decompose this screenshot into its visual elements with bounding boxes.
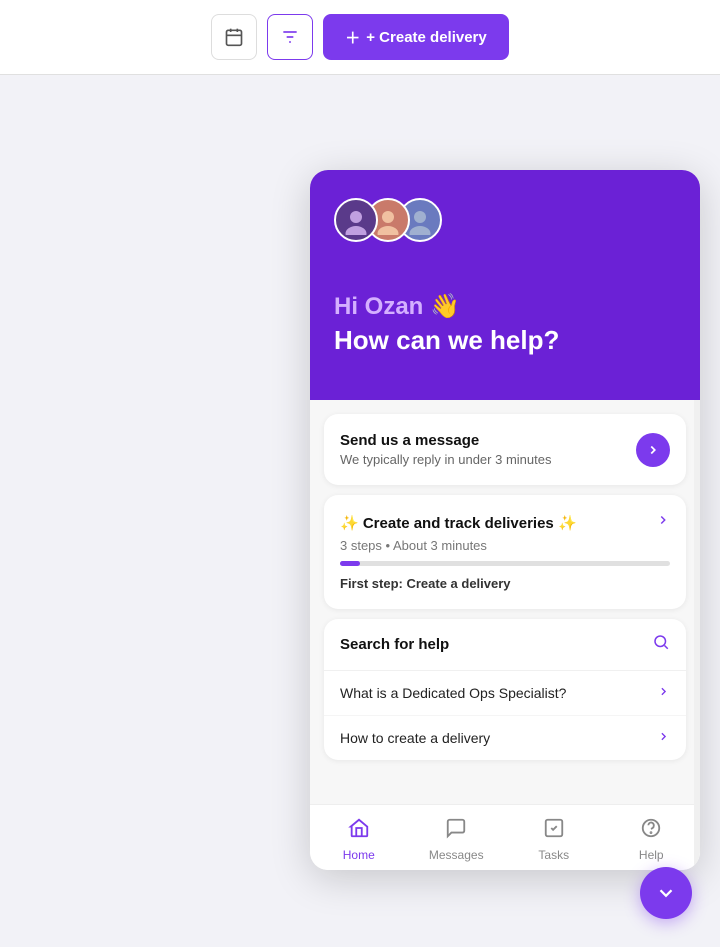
nav-home-label: Home: [343, 848, 375, 862]
search-header[interactable]: Search for help: [324, 619, 686, 671]
widget-body: Send us a message We typically reply in …: [310, 400, 700, 804]
avatar-1: [334, 198, 378, 242]
tutorial-steps-info: 3 steps • About 3 minutes: [340, 538, 670, 553]
chat-widget: Hi Ozan 👋 How can we help? Send us a mes…: [310, 170, 700, 870]
fab-collapse-button[interactable]: [640, 867, 692, 919]
create-delivery-label: + Create delivery: [366, 29, 487, 46]
support-avatars: [334, 198, 676, 242]
search-item-2-chevron: [657, 730, 670, 746]
widget-footer: Home Messages Tasks: [310, 804, 700, 870]
search-label: Search for help: [340, 636, 449, 653]
send-message-content: Send us a message We typically reply in …: [340, 432, 551, 467]
search-item-1-text: What is a Dedicated Ops Specialist?: [340, 685, 566, 701]
progress-bar-track: [340, 561, 670, 566]
filter-button[interactable]: [267, 14, 313, 60]
nav-tasks[interactable]: Tasks: [505, 813, 603, 866]
progress-bar-fill: [340, 561, 360, 566]
nav-home[interactable]: Home: [310, 813, 408, 866]
messages-icon: [445, 817, 467, 845]
main-background: Hi Ozan 👋 How can we help? Send us a mes…: [0, 75, 720, 947]
search-item-2-text: How to create a delivery: [340, 730, 490, 746]
send-message-title: Send us a message: [340, 432, 551, 449]
tutorial-header: ✨ Create and track deliveries ✨: [340, 513, 670, 532]
widget-header: Hi Ozan 👋 How can we help?: [310, 170, 700, 400]
first-step: First step: Create a delivery: [340, 576, 670, 591]
create-delivery-button[interactable]: ＋ + Create delivery: [323, 14, 509, 60]
home-icon: [348, 817, 370, 845]
nav-help-label: Help: [639, 848, 664, 862]
nav-messages-label: Messages: [429, 848, 484, 862]
send-message-subtitle: We typically reply in under 3 minutes: [340, 452, 551, 467]
calendar-button[interactable]: [211, 14, 257, 60]
send-message-card[interactable]: Send us a message We typically reply in …: [324, 414, 686, 485]
help-icon: [640, 817, 662, 845]
first-step-value: Create a delivery: [406, 576, 510, 591]
greeting-hi: Hi Ozan 👋: [334, 292, 676, 321]
nav-tasks-label: Tasks: [538, 848, 569, 862]
search-card: Search for help What is a Dedicated Ops …: [324, 619, 686, 760]
top-bar: ＋ + Create delivery: [0, 0, 720, 75]
tutorial-chevron-icon: [656, 513, 670, 532]
tutorial-card[interactable]: ✨ Create and track deliveries ✨ 3 steps …: [324, 495, 686, 609]
tutorial-title: ✨ Create and track deliveries ✨: [340, 514, 577, 532]
nav-messages[interactable]: Messages: [408, 813, 506, 866]
nav-help[interactable]: Help: [603, 813, 701, 866]
search-item-1-chevron: [657, 685, 670, 701]
search-icon: [652, 633, 670, 656]
create-delivery-icon: ＋: [345, 27, 360, 48]
search-item-1[interactable]: What is a Dedicated Ops Specialist?: [324, 671, 686, 716]
greeting-main: How can we help?: [334, 325, 676, 356]
send-message-arrow[interactable]: [636, 433, 670, 467]
first-step-label: First step:: [340, 576, 403, 591]
search-item-2[interactable]: How to create a delivery: [324, 716, 686, 760]
tasks-icon: [543, 817, 565, 845]
